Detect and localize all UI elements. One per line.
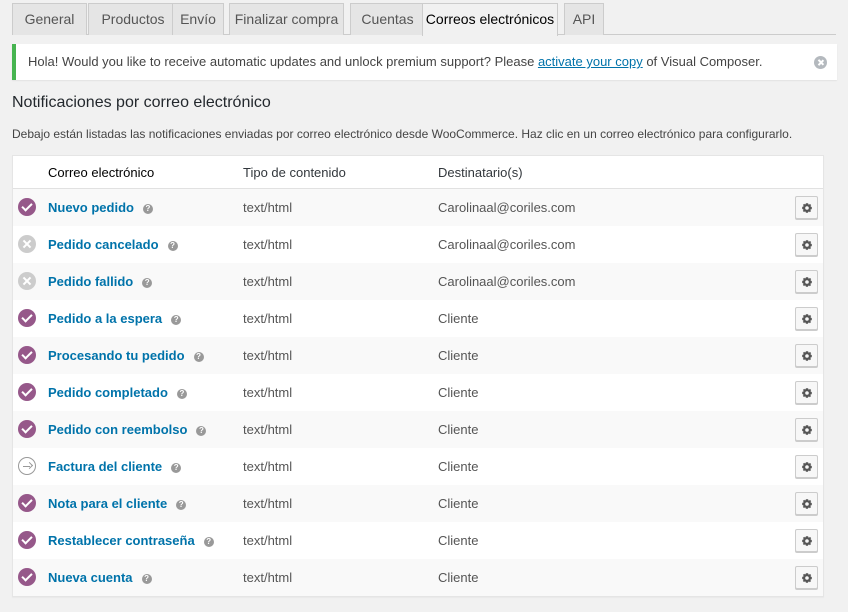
configure-button[interactable] [795, 381, 818, 404]
tab-productos[interactable]: Productos [88, 3, 178, 35]
email-name-link[interactable]: Pedido cancelado? [48, 237, 178, 252]
x-circle-icon [18, 235, 36, 253]
recipient: Carolinaal@coriles.com [438, 200, 576, 215]
table-row: Pedido fallido? text/html Carolinaal@coril… [13, 263, 823, 300]
tab-correos-electronicos[interactable]: Correos electrónicos [422, 3, 558, 36]
header-content-type: Tipo de contenido [243, 165, 346, 180]
configure-button[interactable] [795, 233, 818, 256]
help-icon[interactable]: ? [167, 241, 178, 251]
content-type: text/html [243, 237, 293, 252]
notice-text-after: of Visual Composer. [642, 54, 763, 69]
table-row: Pedido a la espera? text/html Cliente [13, 300, 823, 337]
table-header: Correo electrónico Tipo de contenido Des… [13, 156, 823, 189]
table-row: Pedido con reembolso? text/html Cliente [13, 411, 823, 448]
recipient: Cliente [438, 311, 479, 326]
tab-finalizar-compra[interactable]: Finalizar compra [229, 3, 344, 35]
check-circle-icon [18, 420, 36, 438]
content-type: text/html [243, 570, 293, 585]
configure-button[interactable] [795, 196, 818, 219]
email-name-link[interactable]: Pedido con reembolso? [48, 422, 207, 437]
configure-button[interactable] [795, 529, 818, 552]
check-circle-icon [18, 531, 36, 549]
header-recipient: Destinatario(s) [438, 165, 523, 180]
email-name-link[interactable]: Nuevo pedido? [48, 200, 153, 215]
configure-button[interactable] [795, 344, 818, 367]
table-body: Nuevo pedido? text/html Carolinaal@coriles… [13, 189, 823, 596]
email-name-link[interactable]: Nota para el cliente? [48, 496, 187, 511]
tab-envio[interactable]: Envío [172, 3, 224, 35]
tab-cuentas[interactable]: Cuentas [350, 3, 425, 35]
x-circle-icon [18, 272, 36, 290]
check-circle-icon [18, 198, 36, 216]
content-type: text/html [243, 274, 293, 289]
help-icon[interactable]: ? [142, 204, 153, 214]
content-type: text/html [243, 311, 293, 326]
table-row: Procesando tu pedido? text/html Cliente [13, 337, 823, 374]
recipient: Carolinaal@coriles.com [438, 274, 576, 289]
recipient: Carolinaal@coriles.com [438, 237, 576, 252]
settings-tabs: General Productos Envío Finalizar compra… [12, 0, 836, 36]
help-icon[interactable]: ? [203, 537, 214, 547]
check-circle-icon [18, 383, 36, 401]
recipient: Cliente [438, 385, 479, 400]
recipient: Cliente [438, 570, 479, 585]
notice-text-before: Hola! Would you like to receive automati… [28, 54, 538, 69]
configure-button[interactable] [795, 418, 818, 441]
email-name-link[interactable]: Restablecer contraseña? [48, 533, 214, 548]
content-type: text/html [243, 422, 293, 437]
configure-button[interactable] [795, 492, 818, 515]
configure-button[interactable] [795, 455, 818, 478]
tab-api[interactable]: API [564, 3, 604, 35]
configure-button[interactable] [795, 566, 818, 589]
content-type: text/html [243, 533, 293, 548]
check-circle-icon [18, 494, 36, 512]
table-row: Pedido cancelado? text/html Carolinaal@cor… [13, 226, 823, 263]
table-row: Restablecer contraseña? text/html Cliente [13, 522, 823, 559]
email-name-link[interactable]: Procesando tu pedido? [48, 348, 204, 363]
table-row: Nota para el cliente? text/html Cliente [13, 485, 823, 522]
recipient: Cliente [438, 422, 479, 437]
check-circle-icon [18, 568, 36, 586]
help-icon[interactable]: ? [196, 426, 207, 436]
email-name-link[interactable]: Pedido fallido? [48, 274, 153, 289]
configure-button[interactable] [795, 270, 818, 293]
recipient: Cliente [438, 459, 479, 474]
content-type: text/html [243, 459, 293, 474]
email-name-link[interactable]: Pedido a la espera? [48, 311, 182, 326]
email-name-link[interactable]: Pedido completado? [48, 385, 187, 400]
check-circle-icon [18, 309, 36, 327]
content-type: text/html [243, 496, 293, 511]
table-row: Pedido completado? text/html Cliente [13, 374, 823, 411]
recipient: Cliente [438, 533, 479, 548]
content-type: text/html [243, 200, 293, 215]
tab-general[interactable]: General [12, 3, 87, 35]
help-icon[interactable]: ? [171, 315, 182, 325]
page-description: Debajo están listadas las notificaciones… [12, 127, 793, 141]
email-name-link[interactable]: Nueva cuenta? [48, 570, 152, 585]
table-row: Nueva cuenta? text/html Cliente [13, 559, 823, 596]
help-icon[interactable]: ? [193, 352, 204, 362]
recipient: Cliente [438, 496, 479, 511]
page-title: Notificaciones por correo electrónico [12, 94, 271, 111]
email-notifications-table: Correo electrónico Tipo de contenido Des… [12, 155, 824, 597]
table-row: Factura del cliente? text/html Cliente [13, 448, 823, 485]
header-email: Correo electrónico [48, 165, 155, 180]
help-icon[interactable]: ? [141, 574, 152, 584]
configure-button[interactable] [795, 307, 818, 330]
help-icon[interactable]: ? [176, 500, 187, 510]
arrow-circle-icon [18, 457, 36, 475]
help-icon[interactable]: ? [171, 463, 182, 473]
table-row: Nuevo pedido? text/html Carolinaal@coriles… [13, 189, 823, 226]
check-circle-icon [18, 346, 36, 364]
email-name-link[interactable]: Factura del cliente? [48, 459, 182, 474]
help-icon[interactable]: ? [176, 389, 187, 399]
update-notice: Hola! Would you like to receive automati… [12, 44, 837, 80]
recipient: Cliente [438, 348, 479, 363]
activate-link[interactable]: activate your copy [538, 54, 643, 69]
help-icon[interactable]: ? [142, 278, 153, 288]
content-type: text/html [243, 385, 293, 400]
content-type: text/html [243, 348, 293, 363]
dismiss-icon[interactable] [814, 56, 827, 69]
